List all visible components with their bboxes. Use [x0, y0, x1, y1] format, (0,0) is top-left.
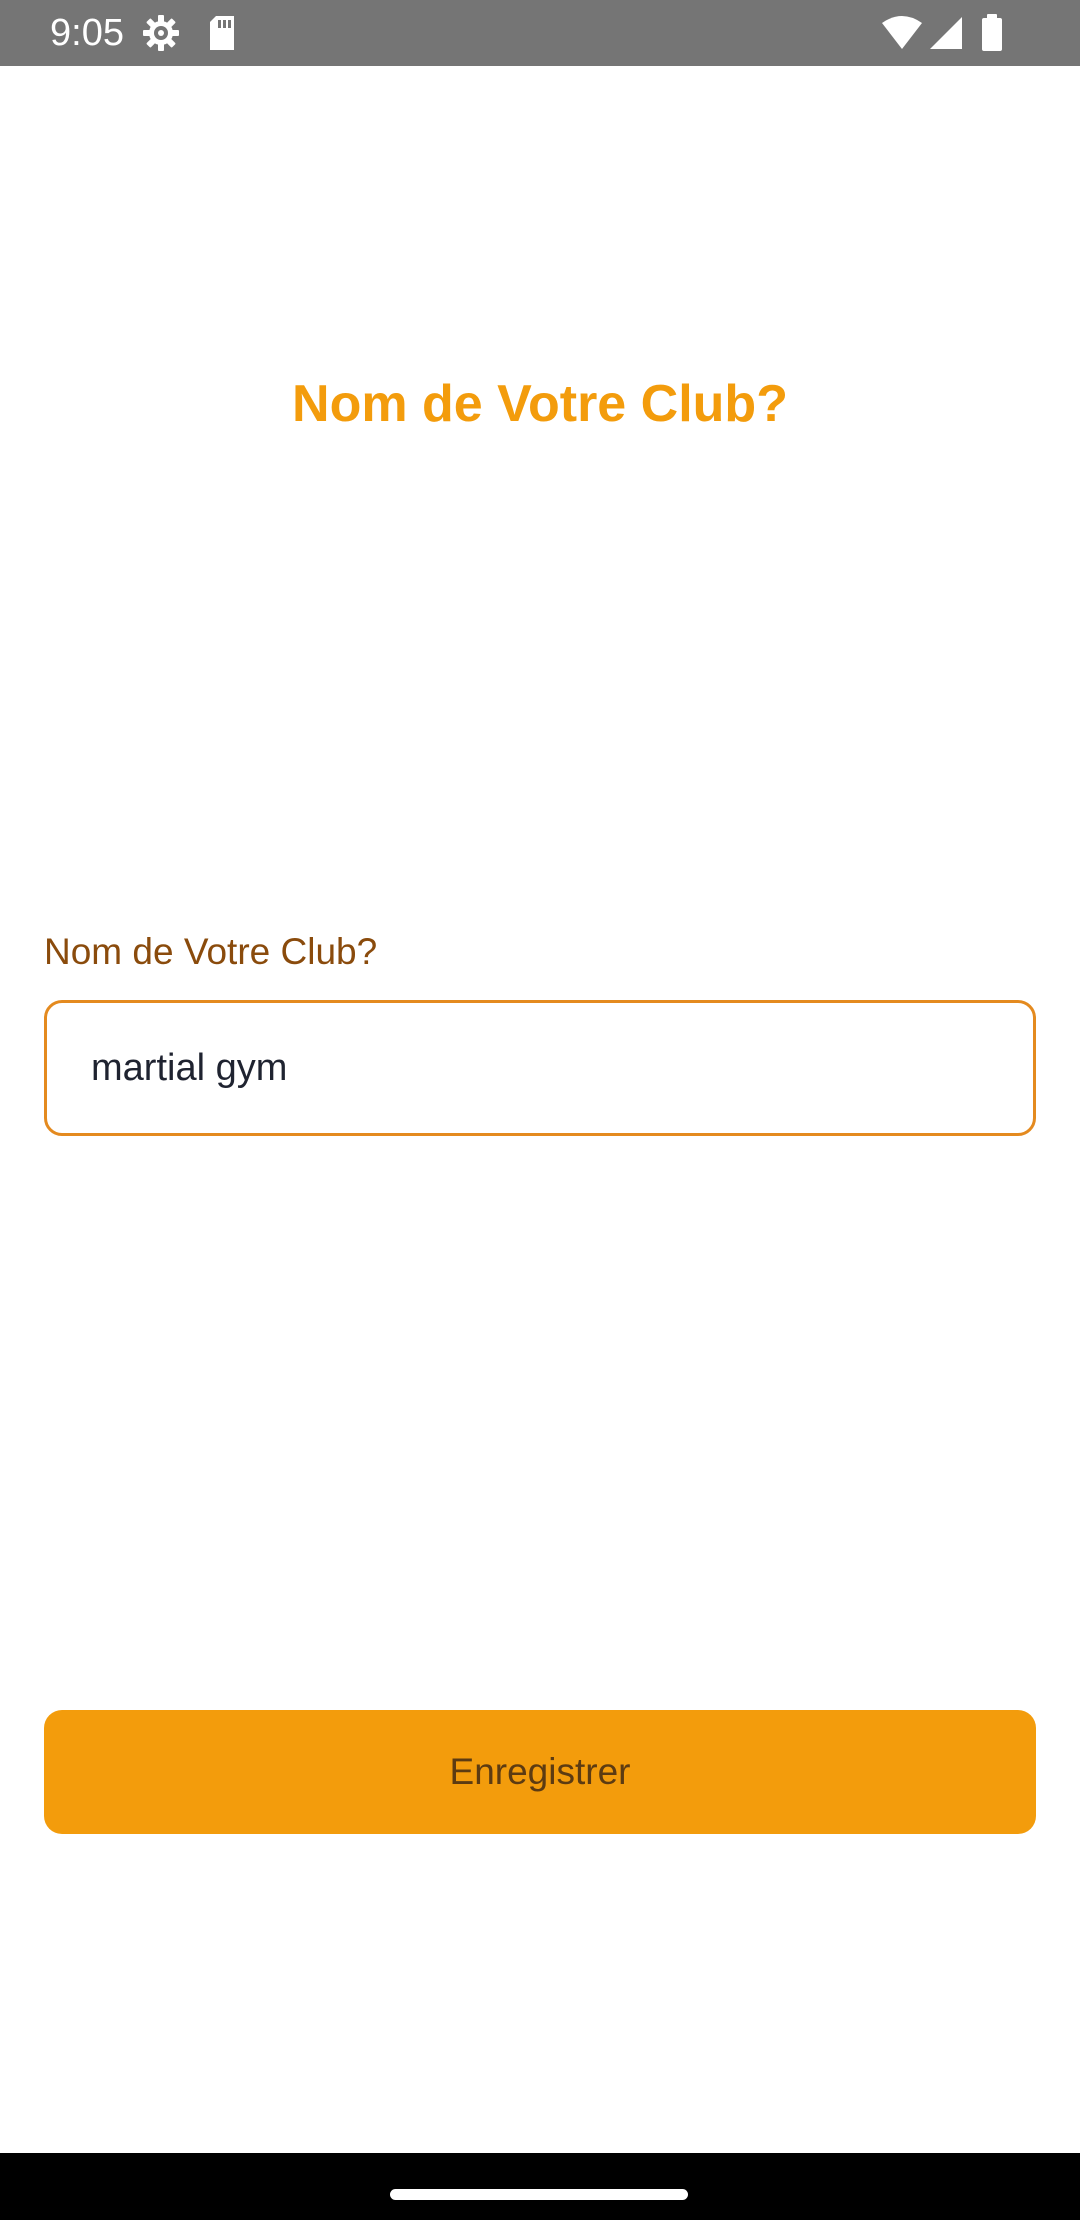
navigation-bar: [0, 2153, 1080, 2220]
sd-card-icon: [210, 16, 234, 50]
club-name-input[interactable]: [91, 1003, 991, 1133]
club-name-field[interactable]: [44, 1000, 1036, 1136]
save-button[interactable]: Enregistrer: [44, 1710, 1036, 1834]
settings-gear-icon: [143, 15, 179, 51]
status-time: 9:05: [50, 12, 124, 54]
page-title: Nom de Votre Club?: [292, 375, 788, 433]
status-bar: 9:05: [0, 0, 1080, 66]
home-indicator[interactable]: [390, 2189, 688, 2200]
wifi-icon: [882, 16, 922, 49]
battery-icon: [982, 14, 1002, 51]
club-name-label: Nom de Votre Club?: [44, 931, 378, 972]
cell-signal-icon: [930, 17, 962, 49]
